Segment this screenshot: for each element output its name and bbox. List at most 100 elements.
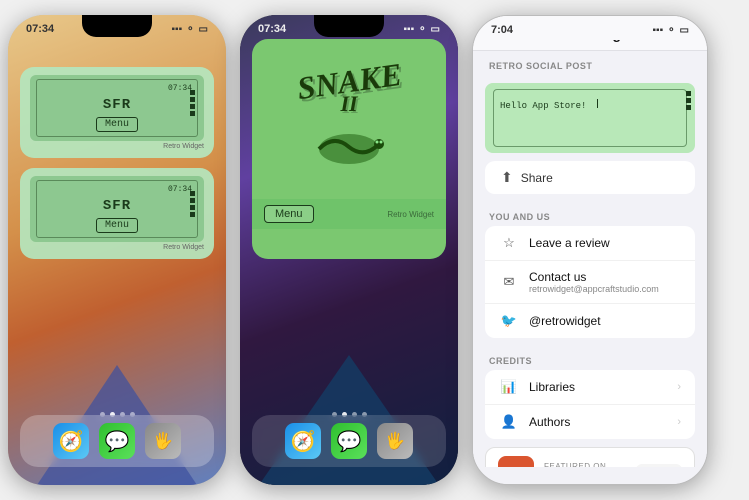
social-preview-inner: Hello App Store! (493, 89, 687, 147)
sp-pixel1 (686, 91, 691, 96)
snake-svg (309, 119, 389, 169)
libraries-icon: 📊 (499, 379, 519, 395)
product-hunt-badge[interactable]: P FEATURED ON Product Hunt ▲ 110 (485, 447, 695, 467)
phone2-time: 07:34 (258, 23, 286, 35)
snake-bottom: Menu Retro Widget (252, 199, 446, 229)
p2-signal-icon: ▪▪▪ (404, 24, 415, 35)
phone1-time: 07:34 (26, 23, 54, 35)
libraries-title: Libraries (529, 380, 667, 394)
share-label: Share (521, 171, 553, 185)
widget1-screen: 07:34 SFR Menu (30, 75, 204, 141)
libraries-item[interactable]: 📊 Libraries › (485, 370, 695, 405)
phone1-widget-container: 07:34 SFR Menu Retro Widget (20, 39, 214, 269)
share-icon: ⬆ (501, 169, 513, 186)
snake-widget-label: Retro Widget (387, 210, 434, 219)
widget2-time: 07:34 (42, 185, 192, 194)
review-text: Leave a review (529, 236, 681, 250)
phone2-status-icons: ▪▪▪ ⚬ ▭ (404, 24, 440, 35)
authors-text: Authors (529, 415, 667, 429)
review-icon: ☆ (499, 235, 519, 251)
messages-icon[interactable]: 💬 (99, 423, 135, 459)
pixel3 (190, 104, 195, 109)
widget1-inner: 07:34 SFR Menu (36, 79, 198, 137)
p2-wifi-icon: ⚬ (418, 24, 426, 35)
widget1-carrier: SFR (42, 97, 192, 113)
phone1-widget1[interactable]: 07:34 SFR Menu Retro Widget (20, 67, 214, 158)
contact-us-item[interactable]: ✉ Contact us retrowidget@appcraftstudio.… (485, 261, 695, 304)
cursor-blink (597, 99, 598, 108)
contact-subtitle: retrowidget@appcraftstudio.com (529, 284, 681, 294)
signal-icon: ▪▪▪ (172, 24, 183, 35)
widget2-label: Retro Widget (30, 244, 204, 251)
phone1-notch (82, 15, 152, 37)
ph-featured-label: FEATURED ON (544, 462, 626, 467)
phone3-screen: 7:04 ▪▪▪ ⚬ ▭ Retro Widget RETRO SOCIAL P… (473, 16, 707, 484)
phone1-widget2[interactable]: 07:34 SFR Menu Retro Widget (20, 168, 214, 259)
phone3-time: 7:04 (491, 24, 513, 36)
phone1-status-icons: ▪▪▪ ⚬ ▭ (172, 24, 208, 35)
phone3-notch (555, 16, 625, 38)
pixel4 (190, 111, 195, 116)
twitter-title: @retrowidget (529, 314, 681, 328)
app-content[interactable]: RETRO SOCIAL POST Hello App Store! ⬆ Sha… (473, 51, 707, 467)
twitter-item[interactable]: 🐦 @retrowidget (485, 304, 695, 338)
ph-vote-count: ▲ 110 (636, 464, 682, 467)
snake-menu-btn[interactable]: Menu (264, 205, 314, 223)
pixel8 (190, 212, 195, 217)
p2-messages-icon[interactable]: 💬 (331, 423, 367, 459)
credits-header: CREDITS (473, 346, 707, 370)
wifi-icon: ⚬ (186, 24, 194, 35)
phone2-frame: 07:34 ▪▪▪ ⚬ ▭ SNAKE II (240, 15, 458, 485)
pixel6 (190, 198, 195, 203)
phone3-frame: 7:04 ▪▪▪ ⚬ ▭ Retro Widget RETRO SOCIAL P… (472, 15, 708, 485)
snake-widget[interactable]: SNAKE II Menu Retro Widget (252, 39, 446, 259)
credits-card: 📊 Libraries › 👤 Authors › (485, 370, 695, 439)
share-row[interactable]: ⬆ Share (485, 161, 695, 194)
phone3-status-icons: ▪▪▪ ⚬ ▭ (653, 25, 689, 36)
p3-wifi-icon: ⚬ (667, 25, 675, 36)
phone2-dock: 🧭 💬 🖐 (252, 415, 446, 467)
phone2-notch (314, 15, 384, 37)
pixel2 (190, 97, 195, 102)
you-and-us-card: ☆ Leave a review ✉ Contact us retrowidge… (485, 226, 695, 338)
twitter-icon: 🐦 (499, 313, 519, 329)
leave-review-item[interactable]: ☆ Leave a review (485, 226, 695, 261)
authors-item[interactable]: 👤 Authors › (485, 405, 695, 439)
ph-text: FEATURED ON Product Hunt (544, 462, 626, 467)
social-preview-text: Hello App Store! (500, 101, 586, 111)
p2-safari-icon[interactable]: 🧭 (285, 423, 321, 459)
safari-icon[interactable]: 🧭 (53, 423, 89, 459)
widget2-menu[interactable]: Menu (96, 218, 138, 233)
sp-pixel3 (686, 105, 691, 110)
widget1-time: 07:34 (42, 84, 192, 93)
pixel1 (190, 90, 195, 95)
you-and-us-header: YOU AND US (473, 202, 707, 226)
p3-battery-icon: ▭ (680, 25, 689, 36)
snake-logo: SNAKE II (297, 65, 402, 174)
phone1-frame: 07:34 ▪▪▪ ⚬ ▭ 07:34 SFR Menu (8, 15, 226, 485)
p2-battery-icon: ▭ (431, 24, 440, 35)
battery-icon: ▭ (199, 24, 208, 35)
widget1-menu[interactable]: Menu (96, 117, 138, 132)
contact-text: Contact us retrowidget@appcraftstudio.co… (529, 270, 681, 294)
phone2-screen: 07:34 ▪▪▪ ⚬ ▭ SNAKE II (240, 15, 458, 485)
authors-chevron: › (677, 416, 681, 428)
widget2-carrier: SFR (42, 198, 192, 214)
snake-image: SNAKE II (252, 39, 446, 199)
p2-notes-icon[interactable]: 🖐 (377, 423, 413, 459)
twitter-text: @retrowidget (529, 314, 681, 328)
libraries-text: Libraries (529, 380, 667, 394)
ph-logo: P (498, 456, 534, 467)
pixel5 (190, 191, 195, 196)
contact-title: Contact us (529, 270, 681, 284)
social-post-header: RETRO SOCIAL POST (473, 51, 707, 75)
notes-icon[interactable]: 🖐 (145, 423, 181, 459)
phone1-screen: 07:34 ▪▪▪ ⚬ ▭ 07:34 SFR Menu (8, 15, 226, 485)
p3-signal-icon: ▪▪▪ (653, 25, 664, 36)
phone1-dock: 🧭 💬 🖐 (20, 415, 214, 467)
review-title: Leave a review (529, 236, 681, 250)
social-post-preview[interactable]: Hello App Store! (485, 83, 695, 153)
libraries-chevron: › (677, 381, 681, 393)
widget1-label: Retro Widget (30, 143, 204, 150)
mail-icon: ✉ (499, 274, 519, 290)
